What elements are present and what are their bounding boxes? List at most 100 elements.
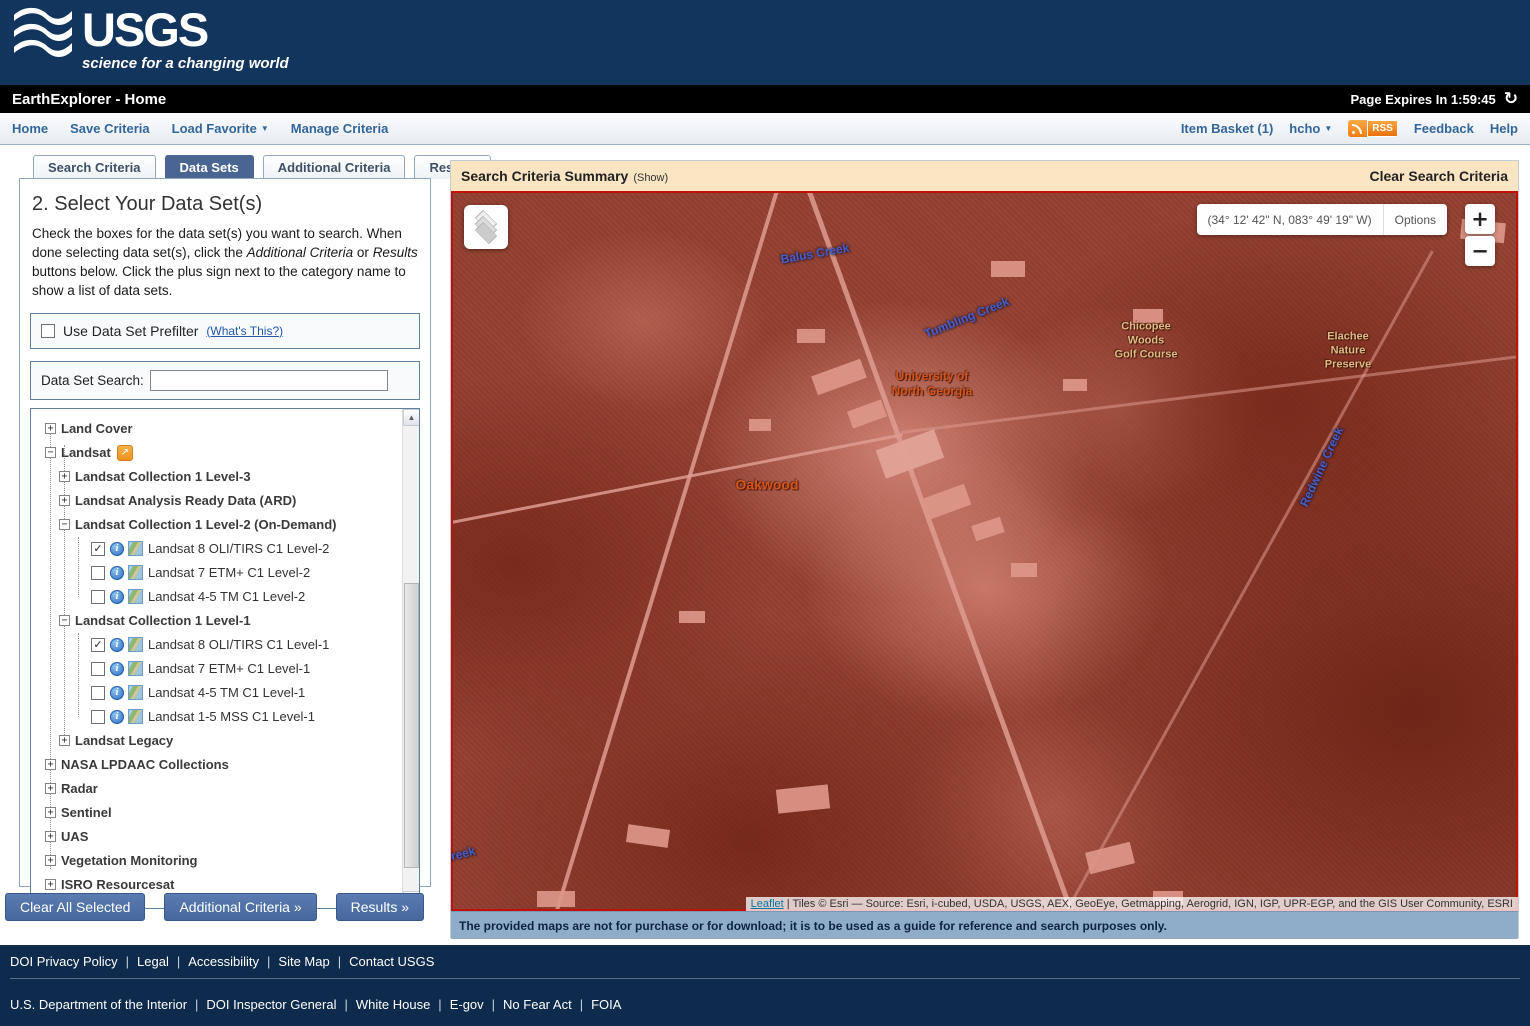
footer-link-doi-privacy-policy[interactable]: DOI Privacy Policy: [10, 954, 118, 969]
expand-icon[interactable]: +: [59, 495, 70, 506]
tree-dataset-label[interactable]: Landsat 8 OLI/TIRS C1 Level-2: [148, 541, 329, 556]
whats-this-link[interactable]: (What's This?): [206, 324, 283, 338]
tree-category-label[interactable]: Landsat: [61, 445, 111, 460]
footer-link-site-map[interactable]: Site Map: [278, 954, 329, 969]
criteria-tabs: Search Criteria Data Sets Additional Crite…: [33, 155, 491, 179]
results-button[interactable]: Results »: [336, 893, 424, 921]
nav-item-basket[interactable]: Item Basket (1): [1181, 121, 1273, 136]
collapse-icon[interactable]: −: [59, 615, 70, 626]
dataset-coverage-icon[interactable]: [128, 589, 143, 604]
tree-category-label[interactable]: Sentinel: [61, 805, 112, 820]
leaflet-link[interactable]: Leaflet: [751, 898, 784, 910]
dataset-coverage-icon[interactable]: [128, 637, 143, 652]
tab-search-criteria[interactable]: Search Criteria: [33, 155, 156, 179]
dataset-checkbox[interactable]: ✓: [91, 638, 105, 652]
footer-link-u-s-department-of-the-interior[interactable]: U.S. Department of the Interior: [10, 997, 187, 1012]
zoom-in-button[interactable]: +: [1465, 204, 1495, 234]
footer-link-accessibility[interactable]: Accessibility: [188, 954, 259, 969]
nav-load-favorite[interactable]: Load Favorite▼: [172, 121, 269, 136]
coordinates-options-button[interactable]: Options: [1383, 204, 1447, 235]
footer-link-e-gov[interactable]: E-gov: [450, 997, 484, 1012]
tree-dataset-label[interactable]: Landsat 4-5 TM C1 Level-1: [148, 685, 305, 700]
dataset-info-icon[interactable]: i: [110, 590, 124, 604]
tab-additional-criteria[interactable]: Additional Criteria: [263, 155, 406, 179]
dataset-coverage-icon[interactable]: [128, 541, 143, 556]
dataset-info-icon[interactable]: i: [110, 662, 124, 676]
tree-dataset-label[interactable]: Landsat 7 ETM+ C1 Level-2: [148, 565, 310, 580]
collapse-icon[interactable]: −: [45, 447, 56, 458]
nav-help[interactable]: Help: [1490, 121, 1518, 136]
footer-link-no-fear-act[interactable]: No Fear Act: [503, 997, 572, 1012]
expand-icon[interactable]: +: [45, 855, 56, 866]
dataset-checkbox[interactable]: [91, 566, 105, 580]
additional-criteria-button[interactable]: Additional Criteria »: [164, 893, 316, 921]
dataset-checkbox[interactable]: [91, 590, 105, 604]
tree-category-label[interactable]: Landsat Collection 1 Level-3: [75, 469, 251, 484]
tree-dataset-label[interactable]: Landsat 7 ETM+ C1 Level-1: [148, 661, 310, 676]
tab-data-sets[interactable]: Data Sets: [165, 155, 254, 179]
tree-category-label[interactable]: Landsat Collection 1 Level-2 (On-Demand): [75, 517, 337, 532]
scrollbar-thumb[interactable]: [404, 583, 419, 868]
featured-collection-icon[interactable]: ↗: [117, 445, 133, 461]
tree-category-label[interactable]: Land Cover: [61, 421, 133, 436]
tree-category-label[interactable]: ISRO Resourcesat: [61, 877, 174, 892]
zoom-out-button[interactable]: −: [1465, 236, 1495, 266]
summary-show-link[interactable]: (Show): [633, 172, 668, 184]
tree-category-label[interactable]: Vegetation Monitoring: [61, 853, 198, 868]
dataset-info-icon[interactable]: i: [110, 566, 124, 580]
scroll-up-icon[interactable]: ▲: [403, 409, 420, 426]
map-layers-control[interactable]: [464, 205, 508, 249]
footer-link-contact-usgs[interactable]: Contact USGS: [349, 954, 434, 969]
footer-link-foia[interactable]: FOIA: [591, 997, 621, 1012]
dataset-coverage-icon[interactable]: [128, 565, 143, 580]
dataset-search-input[interactable]: [150, 370, 388, 391]
chevron-down-icon: ▼: [261, 124, 269, 133]
collapse-icon[interactable]: −: [59, 519, 70, 530]
expand-icon[interactable]: +: [45, 879, 56, 890]
expand-icon[interactable]: +: [45, 831, 56, 842]
footer-link-white-house[interactable]: White House: [356, 997, 430, 1012]
tree-category-label[interactable]: Radar: [61, 781, 98, 796]
tree-dataset-label[interactable]: Landsat 8 OLI/TIRS C1 Level-1: [148, 637, 329, 652]
tree-scrollbar[interactable]: ▲ ▼: [402, 409, 419, 908]
nav-user-menu[interactable]: hcho▼: [1289, 121, 1332, 136]
expand-icon[interactable]: +: [59, 735, 70, 746]
dataset-coverage-icon[interactable]: [128, 685, 143, 700]
tree-category-label[interactable]: UAS: [61, 829, 88, 844]
dataset-checkbox[interactable]: [91, 686, 105, 700]
expand-icon[interactable]: +: [59, 471, 70, 482]
dataset-coverage-icon[interactable]: [128, 709, 143, 724]
nav-feedback[interactable]: Feedback: [1414, 121, 1474, 136]
usgs-logo[interactable]: USGS science for a changing world: [12, 7, 289, 72]
satellite-map[interactable]: Balus CreekTumbling CreekUniversity of N…: [451, 191, 1518, 911]
dataset-info-icon[interactable]: i: [110, 686, 124, 700]
dataset-checkbox[interactable]: [91, 662, 105, 676]
refresh-timer-icon[interactable]: ↻: [1504, 91, 1518, 108]
footer-link-doi-inspector-general[interactable]: DOI Inspector General: [206, 997, 336, 1012]
dataset-checkbox[interactable]: [91, 710, 105, 724]
dataset-checkbox[interactable]: ✓: [91, 542, 105, 556]
tree-dataset: ✓ i Landsat 8 OLI/TIRS C1 Level-1: [39, 633, 402, 657]
expand-icon[interactable]: +: [45, 807, 56, 818]
footer-link-legal[interactable]: Legal: [137, 954, 169, 969]
clear-all-selected-button[interactable]: Clear All Selected: [5, 893, 146, 921]
tree-dataset-label[interactable]: Landsat 1-5 MSS C1 Level-1: [148, 709, 315, 724]
nav-home[interactable]: Home: [12, 121, 48, 136]
tree-category-label[interactable]: Landsat Legacy: [75, 733, 173, 748]
prefilter-checkbox[interactable]: [41, 324, 55, 338]
clear-search-criteria-link[interactable]: Clear Search Criteria: [1369, 168, 1508, 184]
expand-icon[interactable]: +: [45, 759, 56, 770]
nav-manage-criteria[interactable]: Manage Criteria: [291, 121, 389, 136]
tree-category-label[interactable]: Landsat Analysis Ready Data (ARD): [75, 493, 296, 508]
dataset-info-icon[interactable]: i: [110, 542, 124, 556]
nav-save-criteria[interactable]: Save Criteria: [70, 121, 150, 136]
tree-dataset-label[interactable]: Landsat 4-5 TM C1 Level-2: [148, 589, 305, 604]
rss-button[interactable]: RSS: [1348, 120, 1398, 137]
dataset-info-icon[interactable]: i: [110, 710, 124, 724]
tree-category-label[interactable]: NASA LPDAAC Collections: [61, 757, 229, 772]
tree-category-label[interactable]: Landsat Collection 1 Level-1: [75, 613, 251, 628]
dataset-coverage-icon[interactable]: [128, 661, 143, 676]
dataset-info-icon[interactable]: i: [110, 638, 124, 652]
expand-icon[interactable]: +: [45, 783, 56, 794]
expand-icon[interactable]: +: [45, 423, 56, 434]
